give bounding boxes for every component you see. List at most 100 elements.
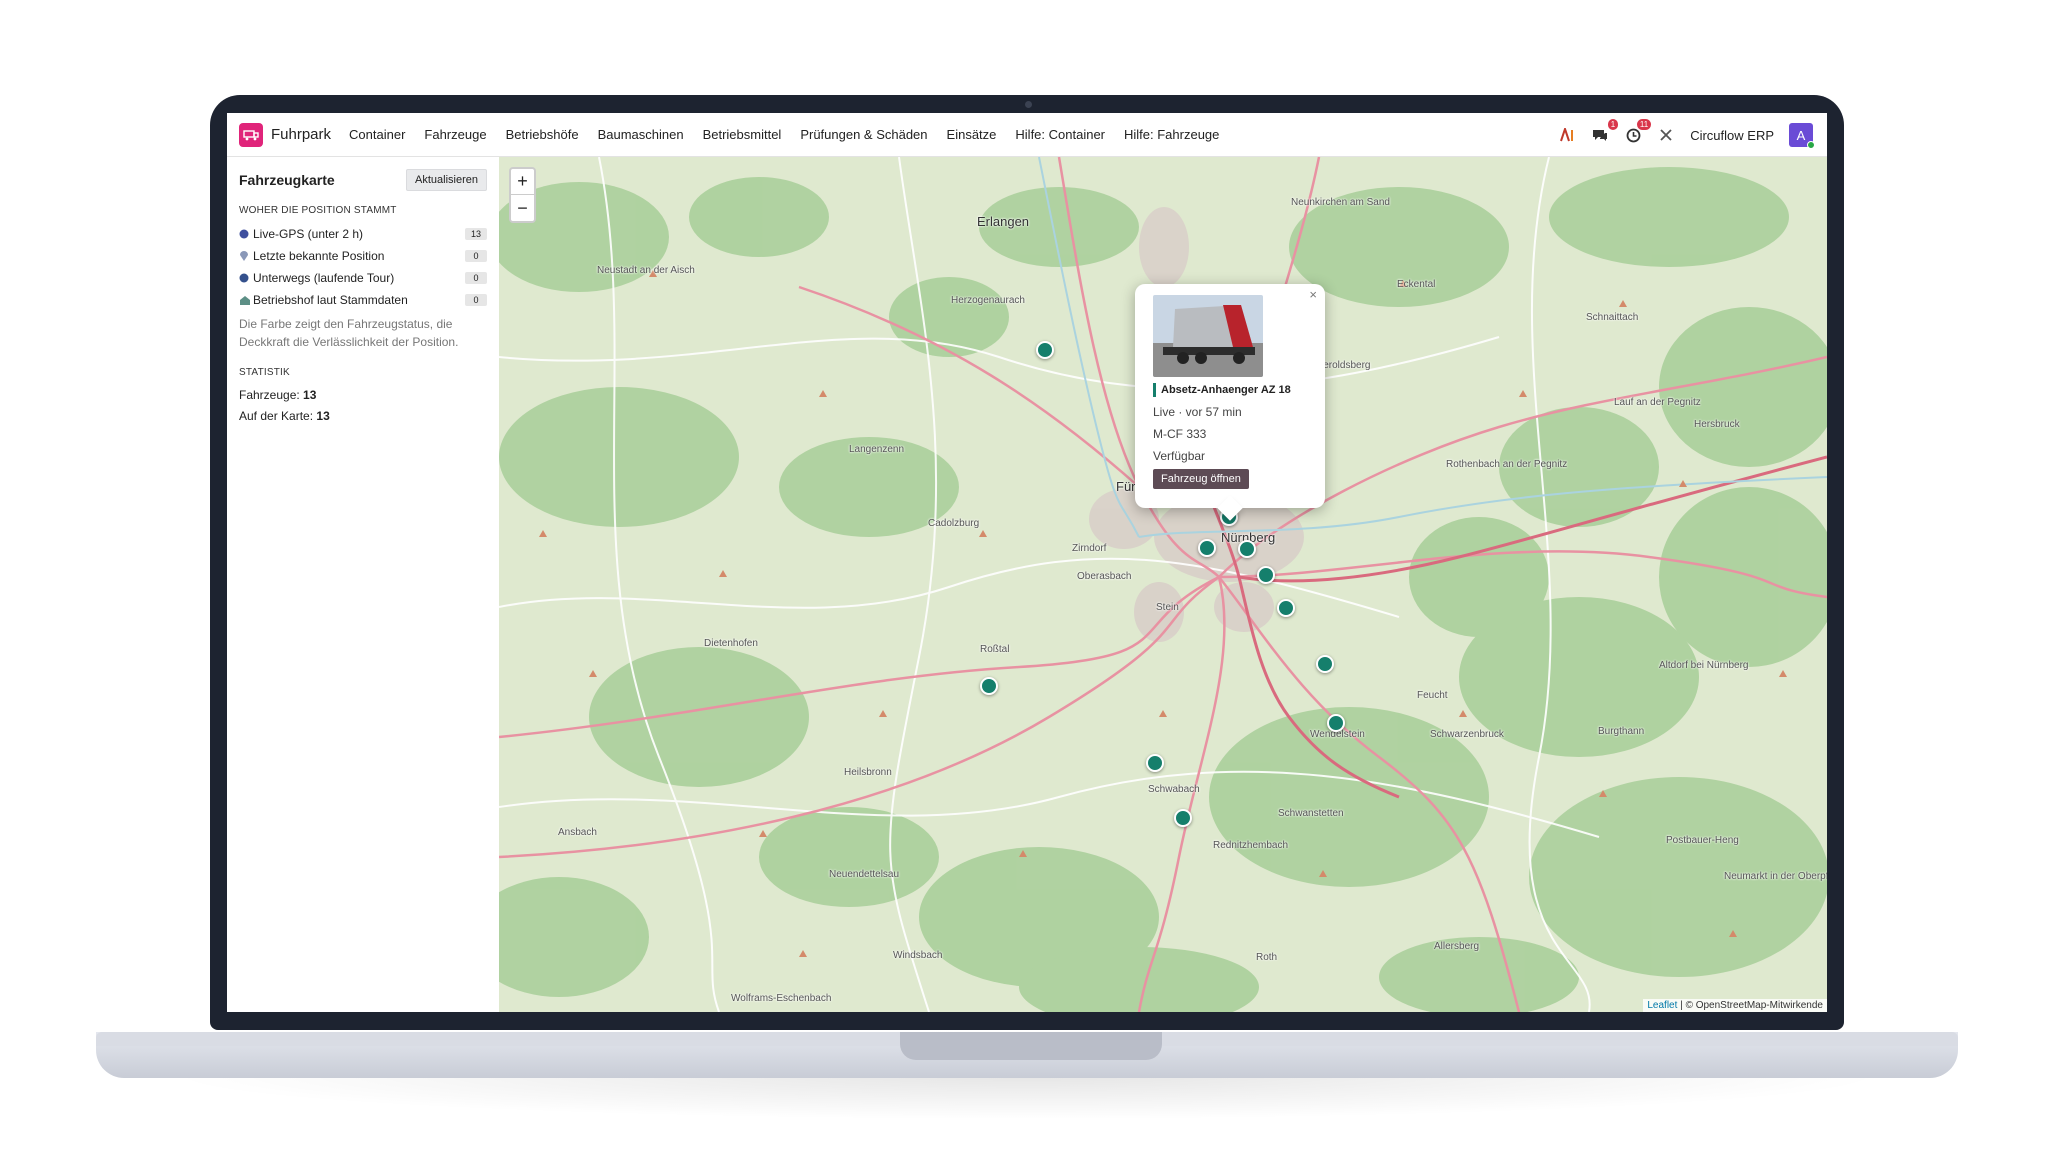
place-label: Schwarzenbruck (1430, 729, 1504, 740)
vehicle-marker[interactable] (1277, 599, 1295, 617)
vehicle-marker[interactable] (1146, 754, 1164, 772)
vehicle-marker[interactable] (1174, 809, 1192, 827)
place-label: Neunkirchen am Sand (1291, 197, 1390, 208)
place-label: Schwanstetten (1278, 808, 1344, 819)
ai-assistant-icon[interactable] (1558, 126, 1576, 144)
refresh-button[interactable]: Aktualisieren (406, 169, 487, 191)
place-label: Eckental (1397, 279, 1436, 290)
menu-item-betriebsmittel[interactable]: Betriebsmittel (703, 127, 782, 142)
place-label: Wolframs-Eschenbach (731, 993, 832, 1004)
place-label: Langenzenn (849, 444, 905, 455)
vehicle-marker[interactable] (1257, 566, 1275, 584)
place-label: Neustadt an der Aisch (597, 265, 695, 276)
online-status-dot (1807, 141, 1815, 149)
osm-attribution: | © OpenStreetMap-Mitwirkende (1680, 1000, 1823, 1011)
menu-item-pruefungen[interactable]: Prüfungen & Schäden (800, 127, 927, 142)
legend-label: Live-GPS (unter 2 h) (253, 227, 364, 241)
vehicle-popup: × Absetz-Anhaenger AZ 18 Live · vor 57 m… (1135, 284, 1325, 521)
vehicle-marker[interactable] (1238, 540, 1256, 558)
place-label: Roth (1256, 952, 1278, 963)
depot-icon (239, 295, 253, 306)
chat-badge: 1 (1607, 119, 1619, 130)
legend-count: 0 (465, 272, 487, 284)
legend-row-on-tour: Unterwegs (laufende Tour) 0 (239, 267, 487, 289)
menu-item-baumaschinen[interactable]: Baumaschinen (598, 127, 684, 142)
vehicle-marker[interactable] (1316, 655, 1334, 673)
place-label: Hersbruck (1694, 419, 1740, 430)
map-sidebar: Fahrzeugkarte Aktualisieren WOHER DIE PO… (227, 157, 499, 1012)
legend-row-depot: Betriebshof laut Stammdaten 0 (239, 289, 487, 311)
place-label: Oberasbach (1077, 571, 1132, 582)
menu-item-fahrzeuge[interactable]: Fahrzeuge (424, 127, 486, 142)
legend-note: Die Farbe zeigt den Fahrzeugstatus, die … (239, 317, 459, 349)
vehicle-marker[interactable] (1198, 539, 1216, 557)
zoom-out-button[interactable]: − (511, 195, 534, 221)
place-label: Rothenbach an der Pegnitz (1446, 459, 1568, 470)
place-label: Neumarkt in der Oberpfalz (1724, 871, 1827, 882)
company-switcher[interactable]: Circuflow ERP (1690, 128, 1774, 143)
popup-status-line: Live · vor 57 min (1153, 405, 1242, 419)
open-vehicle-button[interactable]: Fahrzeug öffnen (1153, 469, 1249, 489)
place-label: Dietenhofen (704, 638, 758, 649)
activity-badge: 11 (1636, 119, 1652, 130)
vehicle-marker[interactable] (980, 677, 998, 695)
avatar-letter: A (1796, 127, 1806, 143)
statistics-heading: STATISTIK (239, 367, 290, 378)
camera-dot (1025, 101, 1032, 108)
legend-label: Letzte bekannte Position (253, 249, 385, 263)
vehicle-photo (1153, 295, 1263, 377)
popup-close-button[interactable]: × (1309, 287, 1317, 302)
place-label: Heilsbronn (844, 767, 892, 778)
fleet-app-icon[interactable] (239, 122, 263, 147)
place-label: Zirndorf (1072, 543, 1107, 554)
device-mockup: Fuhrpark Container Fahrzeuge Betriebshöf… (0, 0, 2054, 1170)
place-label: Postbauer-Heng (1666, 835, 1739, 846)
stat-on-map: Auf der Karte: 13 (239, 406, 487, 427)
stat-vehicles: Fahrzeuge: 13 (239, 385, 487, 406)
tools-icon[interactable] (1657, 126, 1675, 144)
map-attribution: Leaflet | © OpenStreetMap-Mitwirkende (1643, 999, 1827, 1012)
place-label: Windsbach (893, 950, 943, 961)
place-label: Allersberg (1434, 941, 1480, 952)
zoom-control: + − (509, 167, 536, 223)
legend-row-last-known: Letzte bekannte Position 0 (239, 245, 487, 267)
sidebar-title: Fahrzeugkarte (239, 172, 335, 188)
vehicle-map[interactable]: Erlangen Neunkirchen am Sand Neustadt an… (499, 157, 1827, 1012)
vehicle-marker[interactable] (1036, 341, 1054, 359)
place-label: Burgthann (1598, 726, 1645, 737)
leaflet-link[interactable]: Leaflet (1647, 1000, 1677, 1011)
place-label: Cadolzburg (928, 518, 980, 529)
place-label: Ansbach (558, 827, 597, 838)
legend-count: 13 (465, 228, 487, 240)
popup-vehicle-name: Absetz-Anhaenger AZ 18 (1153, 383, 1307, 397)
pin-icon (239, 250, 253, 262)
popup-plate: M-CF 333 (1153, 427, 1207, 441)
user-avatar[interactable]: A (1789, 123, 1815, 149)
menu-item-betriebshoefe[interactable]: Betriebshöfe (506, 127, 579, 142)
menu-item-hilfe-fahrzeuge[interactable]: Hilfe: Fahrzeuge (1124, 127, 1219, 142)
legend-label: Unterwegs (laufende Tour) (253, 271, 395, 285)
place-label: Herzogenaurach (951, 295, 1025, 306)
top-navbar: Fuhrpark Container Fahrzeuge Betriebshöf… (227, 113, 1827, 157)
stat-on-map-label: Auf der Karte: (239, 409, 314, 423)
stat-vehicles-label: Fahrzeuge: (239, 388, 300, 402)
stat-vehicles-value: 13 (303, 388, 317, 402)
place-label: Lauf an der Pegnitz (1614, 397, 1701, 408)
menu-item-einsaetze[interactable]: Einsätze (947, 127, 997, 142)
vehicle-marker[interactable] (1327, 714, 1345, 732)
stat-on-map-value: 13 (316, 409, 330, 423)
menu-item-container[interactable]: Container (349, 127, 405, 142)
place-label: Schnaittach (1586, 312, 1639, 323)
place-label: Feucht (1417, 690, 1448, 701)
place-label: Rednitzhembach (1213, 840, 1289, 851)
chat-icon[interactable]: 1 (1591, 119, 1619, 144)
place-label: Stein (1156, 602, 1179, 613)
main-menu: Container Fahrzeuge Betriebshöfe Baumasc… (349, 127, 1219, 142)
laptop-notch (900, 1032, 1162, 1060)
legend-row-live-gps: Live-GPS (unter 2 h) 13 (239, 223, 487, 245)
popup-availability: Verfügbar (1153, 449, 1206, 463)
zoom-in-button[interactable]: + (511, 169, 534, 195)
app-brand[interactable]: Fuhrpark (271, 126, 331, 143)
activity-clock-icon[interactable]: 11 (1624, 119, 1652, 144)
menu-item-hilfe-container[interactable]: Hilfe: Container (1015, 127, 1105, 142)
